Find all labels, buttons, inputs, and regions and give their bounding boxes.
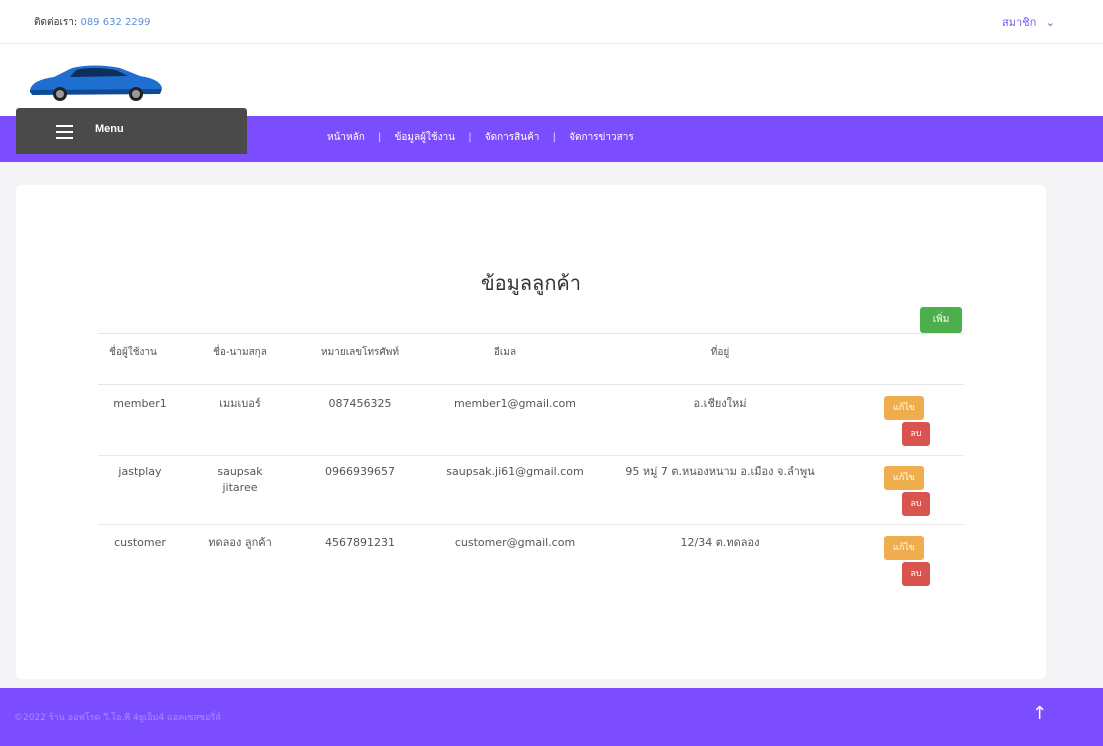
nav-separator: | — [468, 132, 472, 143]
delete-button[interactable]: ลบ — [902, 562, 930, 586]
cell-fullname: saupsak jitaree — [217, 465, 263, 494]
cell-username: member1 — [113, 397, 167, 410]
nav-item-manage-news[interactable]: จัดการข่าวสาร — [569, 132, 634, 143]
edit-button[interactable]: แก้ไข — [884, 396, 924, 420]
car-logo[interactable] — [24, 62, 166, 102]
top-bar: ติดต่อเรา: 089 632 2299 สมาชิก ⌄ — [0, 0, 1103, 44]
contact-phone-link[interactable]: 089 632 2299 — [80, 17, 150, 28]
menu-label: Menu — [95, 123, 124, 135]
column-header-fullname: ชื่อ-นามสกุล — [213, 347, 267, 358]
content-card — [16, 185, 1046, 679]
nav-separator: | — [378, 132, 382, 143]
edit-button[interactable]: แก้ไข — [884, 466, 924, 490]
cell-address: 95 หมู่ 7 ต.หนองหนาม อ.เมือง จ.ลำพูน — [625, 465, 815, 478]
cell-email: customer@gmail.com — [454, 536, 576, 549]
row-divider — [98, 524, 964, 525]
nav-item-manage-products[interactable]: จัดการสินค้า — [485, 132, 540, 143]
nav-item-user-info[interactable]: ข้อมูลผู้ใช้งาน — [395, 132, 455, 143]
cell-username: jastplay — [118, 465, 162, 478]
footer-copyright: ©2022 ร้าน ออฟโรด วี.โอ.พี 4ยูเอ็ม4 แอคเ… — [14, 713, 221, 723]
cell-phone: 4567891231 — [325, 536, 395, 549]
column-header-address: ที่อยู่ — [710, 347, 730, 358]
menu-button[interactable]: Menu — [16, 108, 247, 154]
row-divider — [98, 455, 964, 456]
chevron-down-icon: ⌄ — [1045, 16, 1055, 29]
column-header-phone: หมายเลขโทรศัพท์ — [321, 347, 399, 358]
cell-phone: 087456325 — [328, 397, 392, 410]
delete-button[interactable]: ลบ — [902, 492, 930, 516]
back-to-top-icon[interactable]: ↑ — [1032, 703, 1047, 724]
nav-item-home[interactable]: หน้าหลัก — [327, 132, 365, 143]
edit-button[interactable]: แก้ไข — [884, 536, 924, 560]
column-header-username: ชื่อผู้ใช้งาน — [109, 347, 157, 358]
member-dropdown-label: สมาชิก — [1002, 16, 1037, 29]
hamburger-icon — [56, 125, 73, 143]
add-customer-button[interactable]: เพิ่ม — [920, 307, 962, 333]
nav-separator: | — [552, 132, 556, 143]
cell-username: customer — [114, 536, 166, 549]
contact-label: ติดต่อเรา: — [34, 17, 78, 28]
cell-phone: 0966939657 — [325, 465, 395, 478]
cell-address: อ.เชียงใหม่ — [693, 397, 747, 410]
delete-button[interactable]: ลบ — [902, 422, 930, 446]
footer: ©2022 ร้าน ออฟโรด วี.โอ.พี 4ยูเอ็ม4 แอคเ… — [0, 688, 1103, 746]
column-header-email: อีเมล — [493, 347, 517, 358]
member-dropdown[interactable]: สมาชิก ⌄ — [1002, 13, 1055, 31]
cell-address: 12/34 ต.ทดลอง — [680, 536, 760, 549]
cell-email: member1@gmail.com — [453, 397, 576, 410]
logo-area — [0, 44, 1103, 116]
contact-info: ติดต่อเรา: 089 632 2299 — [34, 15, 150, 30]
cell-email: saupsak.ji61@gmail.com — [446, 465, 584, 478]
cell-fullname: เมมเบอร์ — [219, 397, 261, 410]
cell-fullname: ทดลอง ลูกค้า — [208, 536, 272, 549]
page-title: ข้อมูลลูกค้า — [480, 271, 582, 295]
nav-links: หน้าหลัก | ข้อมูลผู้ใช้งาน | จัดการสินค้… — [327, 130, 634, 145]
